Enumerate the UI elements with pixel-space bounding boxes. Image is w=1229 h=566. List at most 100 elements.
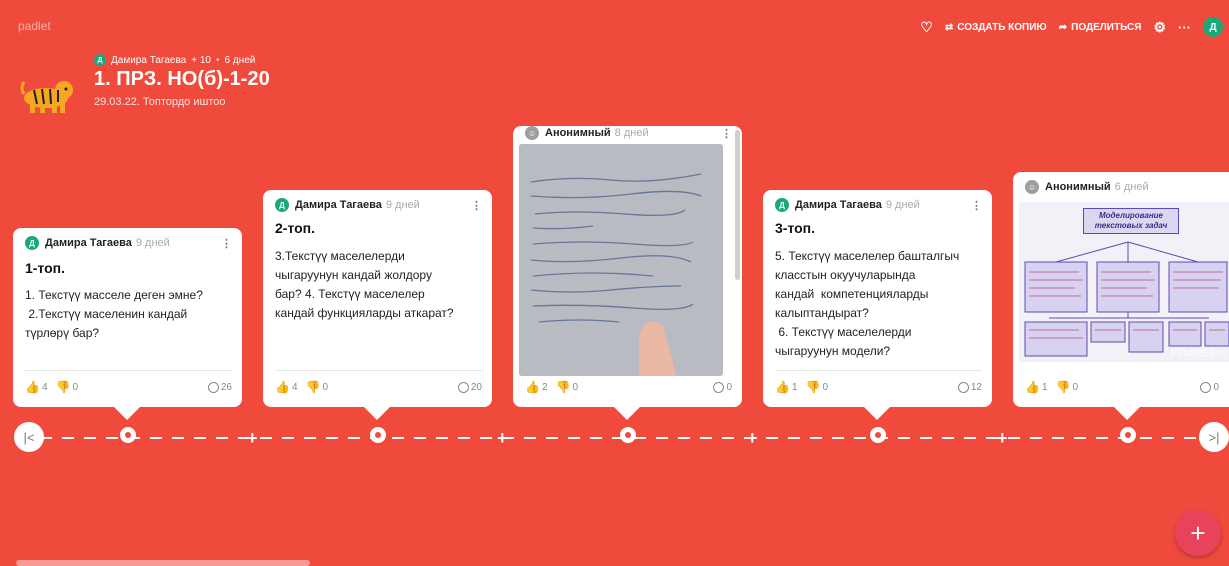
- post-body-line: 1. Текстүү масселе деген эмне?: [25, 288, 203, 302]
- post-author: Анонимный: [545, 127, 611, 139]
- page-subtitle: 29.03.22. Топтордо иштоо: [94, 96, 226, 108]
- slide-watermark: PPt4WEB.ru: [1171, 348, 1228, 359]
- thumbs-down-icon[interactable]: 👎: [1056, 380, 1071, 394]
- board-author[interactable]: Дамира Тагаева: [111, 55, 186, 66]
- comment-icon: [207, 381, 219, 393]
- dislike-count: 0: [1072, 381, 1079, 393]
- thumbs-down-icon[interactable]: 👎: [556, 380, 571, 394]
- timeline-node[interactable]: [120, 427, 136, 443]
- thumbs-down-icon[interactable]: 👎: [806, 380, 821, 394]
- post-author: Дамира Тагаева: [295, 199, 382, 211]
- comment-icon: [1200, 381, 1212, 393]
- padlet-logo[interactable]: padlet: [18, 19, 51, 33]
- comments-button[interactable]: 20: [457, 381, 482, 393]
- top-bar: padlet ♡ ⇄ СОЗДАТЬ КОПИЮ ➦ ПОДЕЛИТЬСЯ ⚙ …: [0, 0, 1229, 60]
- post-card[interactable]: ☺ Анонимный 8 дней ⋮ 👍 2 👎 0 0: [513, 126, 742, 420]
- thumbs-up-icon[interactable]: 👍: [1025, 380, 1040, 394]
- post-card[interactable]: Д Дамира Тагаева 9 дней ⋮ 3-топ. 5. Текс…: [763, 190, 992, 420]
- timeline-node[interactable]: [370, 427, 386, 443]
- add-post-button[interactable]: +: [1175, 510, 1221, 556]
- slide-image[interactable]: Моделирование текстовых задач PPt4WEB.ru: [1019, 202, 1229, 362]
- like-count: 1: [791, 381, 798, 393]
- add-post-plus-icon[interactable]: +: [997, 428, 1008, 449]
- add-post-plus-icon[interactable]: +: [247, 428, 258, 449]
- post-body-line: чыгаруунун модели?: [775, 344, 891, 358]
- post-menu-icon[interactable]: ⋮: [721, 127, 732, 140]
- comments-button[interactable]: 0: [713, 381, 732, 393]
- comment-icon: [957, 381, 969, 393]
- thumbs-up-icon[interactable]: 👍: [25, 380, 40, 394]
- post-card[interactable]: Д Дамира Тагаева 9 дней ⋮ 1-топ. 1. Текс…: [13, 228, 242, 420]
- like-count: 4: [41, 381, 48, 393]
- slide-title: Моделирование текстовых задач: [1083, 208, 1179, 234]
- heart-icon[interactable]: ♡: [920, 19, 933, 36]
- comments-button[interactable]: 0: [1200, 381, 1219, 393]
- timeline-node[interactable]: [620, 427, 636, 443]
- post-title: 3-топ.: [775, 220, 816, 236]
- post-body-line: түрлөрү бар?: [25, 326, 100, 340]
- post-body-line: чыгаруунун кандай жолдору: [275, 268, 432, 282]
- page-title: 1. ПРЗ. НО(б)-1-20: [94, 68, 270, 90]
- comment-count: 0: [1213, 381, 1219, 393]
- post-body-line: кандай компетенцияларды: [775, 287, 929, 301]
- timeline-prev-button[interactable]: |<: [14, 422, 44, 452]
- timeline-next-button[interactable]: >|: [1199, 422, 1229, 452]
- thumbs-up-icon[interactable]: 👍: [525, 380, 540, 394]
- board-age: 6 дней: [224, 54, 256, 66]
- dislike-count: 0: [72, 381, 79, 393]
- add-post-plus-icon[interactable]: +: [747, 428, 758, 449]
- post-title: 2-топ.: [275, 220, 316, 236]
- timeline-node[interactable]: [870, 427, 886, 443]
- timeline-line: [40, 437, 1200, 439]
- copy-label: СОЗДАТЬ КОПИЮ: [957, 21, 1047, 33]
- thumbs-up-icon[interactable]: 👍: [275, 380, 290, 394]
- timeline-node[interactable]: [1120, 427, 1136, 443]
- post-time: 9 дней: [885, 199, 920, 211]
- thumbs-down-icon[interactable]: 👎: [56, 380, 71, 394]
- thumbs-up-icon[interactable]: 👍: [775, 380, 790, 394]
- post-reactions: 👍 2 👎 0 0: [525, 371, 732, 397]
- comments-button[interactable]: 26: [207, 381, 232, 393]
- share-arrow-icon: ➦: [1058, 21, 1068, 33]
- comment-count: 26: [220, 381, 232, 393]
- post-author: Дамира Тагаева: [795, 199, 882, 211]
- comment-icon: [457, 381, 469, 393]
- post-reactions: 👍 4 👎 0 26: [25, 370, 232, 397]
- user-avatar[interactable]: Д: [1203, 17, 1223, 37]
- post-time: 8 дней: [614, 127, 649, 139]
- more-icon[interactable]: ···: [1178, 20, 1191, 35]
- timeline-pointer: [613, 406, 641, 420]
- gear-icon[interactable]: ⚙: [1153, 19, 1166, 36]
- notebook-photo[interactable]: [519, 144, 723, 376]
- post-menu-icon[interactable]: ⋮: [971, 199, 982, 212]
- add-post-plus-icon[interactable]: +: [497, 428, 508, 449]
- copy-button[interactable]: ⇄ СОЗДАТЬ КОПИЮ: [945, 22, 1047, 33]
- post-body-line: 6. Текстүү маселелерди: [775, 325, 912, 339]
- post-body-line: класстын окуучуларында: [775, 268, 916, 282]
- tiger-icon: [20, 81, 73, 113]
- comments-button[interactable]: 12: [957, 381, 982, 393]
- thumbs-down-icon[interactable]: 👎: [306, 380, 321, 394]
- share-button[interactable]: ➦ ПОДЕЛИТЬСЯ: [1059, 22, 1142, 33]
- author-avatar: Д: [775, 198, 789, 212]
- post-card[interactable]: Д Дамира Тагаева 9 дней ⋮ 2-топ. 3.Текст…: [263, 190, 492, 420]
- board-followers: + 10: [191, 54, 211, 66]
- dislike-count: 0: [572, 381, 579, 393]
- post-header: ☺ Анонимный 8 дней ⋮: [525, 126, 732, 140]
- post-scrollbar[interactable]: [735, 130, 740, 280]
- post-menu-icon[interactable]: ⋮: [221, 237, 232, 250]
- post-reactions: 👍 1 👎 0 0: [1025, 371, 1219, 397]
- share-label: ПОДЕЛИТЬСЯ: [1071, 21, 1142, 33]
- post-card[interactable]: ☺ Анонимный 6 дней Моделирование текстов…: [1013, 172, 1229, 420]
- horizontal-scrollbar[interactable]: [16, 560, 310, 566]
- author-avatar[interactable]: Д: [94, 54, 106, 66]
- post-body-line: кандай функцияларды аткарат?: [275, 306, 454, 320]
- comment-count: 0: [726, 381, 732, 393]
- like-count: 1: [1041, 381, 1048, 393]
- post-body-line: 5. Текстүү маселелер башталгыч: [775, 249, 960, 263]
- toolbar-actions: ♡ ⇄ СОЗДАТЬ КОПИЮ ➦ ПОДЕЛИТЬСЯ ⚙ ··· Д: [920, 17, 1223, 37]
- comment-icon: [713, 381, 725, 393]
- post-menu-icon[interactable]: ⋮: [471, 199, 482, 212]
- notebook-photo-image: [519, 144, 723, 376]
- timeline-pointer: [863, 406, 891, 420]
